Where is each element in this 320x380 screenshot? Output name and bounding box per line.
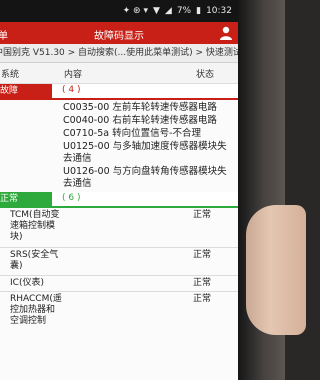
normal-count: ( 6 ) [62, 193, 81, 203]
battery-level: 7% [176, 6, 192, 16]
system-row[interactable]: TCM(自动变速箱控制模块) 正常 [0, 210, 238, 246]
column-header: 系统 内容 状态 [0, 63, 238, 84]
fault-label: 故障 [0, 84, 52, 98]
system-name: RHACCM(遥控加热器和空调控制 [10, 294, 62, 326]
breadcrumb-text: 中国别克 V51.30 > 自动搜索(...使用此菜单测试) > 快速测试 [0, 48, 238, 58]
wifi-icon: ▼ [152, 6, 160, 16]
system-list: TCM(自动变速箱控制模块) 正常 SRS(安全气囊) 正常 IC(仪表) 正常… [0, 208, 238, 326]
system-row[interactable]: RHACCM(遥控加热器和空调控制 正常 [0, 294, 238, 326]
system-name: IC(仪表) [10, 278, 44, 288]
system-row[interactable]: IC(仪表) 正常 [0, 278, 238, 290]
screen: ✦ ⊛ ▾ ▼ ◢ 7% ▮ 10:32 菜单 故障码显示 中国别克 V51.3… [0, 0, 238, 380]
fault-code-item[interactable]: U0125-00 与多轴加速度传感器模块失去通信 [63, 141, 231, 165]
system-status: 正常 [193, 294, 212, 304]
normal-section-header: 正常 ( 6 ) [0, 192, 238, 208]
system-status: 正常 [193, 210, 212, 220]
column-content: 内容 [64, 70, 83, 80]
title-bar: 菜单 故障码显示 [0, 22, 238, 44]
status-bar: ✦ ⊛ ▾ ▼ ◢ 7% ▮ 10:32 [0, 0, 238, 22]
column-system: 系统 [1, 70, 20, 80]
fault-code-item[interactable]: C0035-00 左前车轮转速传感器电路 [63, 102, 231, 114]
system-name: TCM(自动变速箱控制模块) [10, 210, 60, 242]
row-divider [0, 247, 238, 248]
normal-label: 正常 [0, 192, 52, 206]
system-name: SRS(安全气囊) [10, 250, 59, 271]
fault-code-item[interactable]: C0710-5a 转向位置信号-不合理 [63, 128, 231, 140]
system-row[interactable]: SRS(安全气囊) 正常 [0, 250, 238, 274]
user-icon[interactable] [218, 25, 234, 41]
fault-count: ( 4 ) [62, 85, 81, 95]
fault-list: C0035-00 左前车轮转速传感器电路 C0040-00 右前车轮转速传感器电… [0, 100, 238, 190]
page-title: 故障码显示 [94, 31, 144, 42]
battery-icon: ▮ [196, 6, 202, 16]
breadcrumb[interactable]: 中国别克 V51.30 > 自动搜索(...使用此菜单测试) > 快速测试 [0, 44, 238, 63]
column-status: 状态 [196, 70, 215, 80]
system-status: 正常 [193, 250, 212, 260]
fault-code-item[interactable]: U0126-00 与方向盘转角传感器模块失去通信 [63, 166, 231, 190]
system-status: 正常 [193, 278, 212, 288]
row-divider [0, 291, 238, 292]
status-indicators-icon: ✦ ⊛ ▾ [122, 6, 148, 16]
fault-section-header: 故障 ( 4 ) [0, 84, 238, 100]
finger [246, 205, 306, 335]
clock: 10:32 [206, 6, 232, 16]
fault-code-item[interactable]: C0040-00 右前车轮转速传感器电路 [63, 115, 231, 127]
row-divider [0, 275, 238, 276]
signal-icon: ◢ [164, 6, 172, 16]
